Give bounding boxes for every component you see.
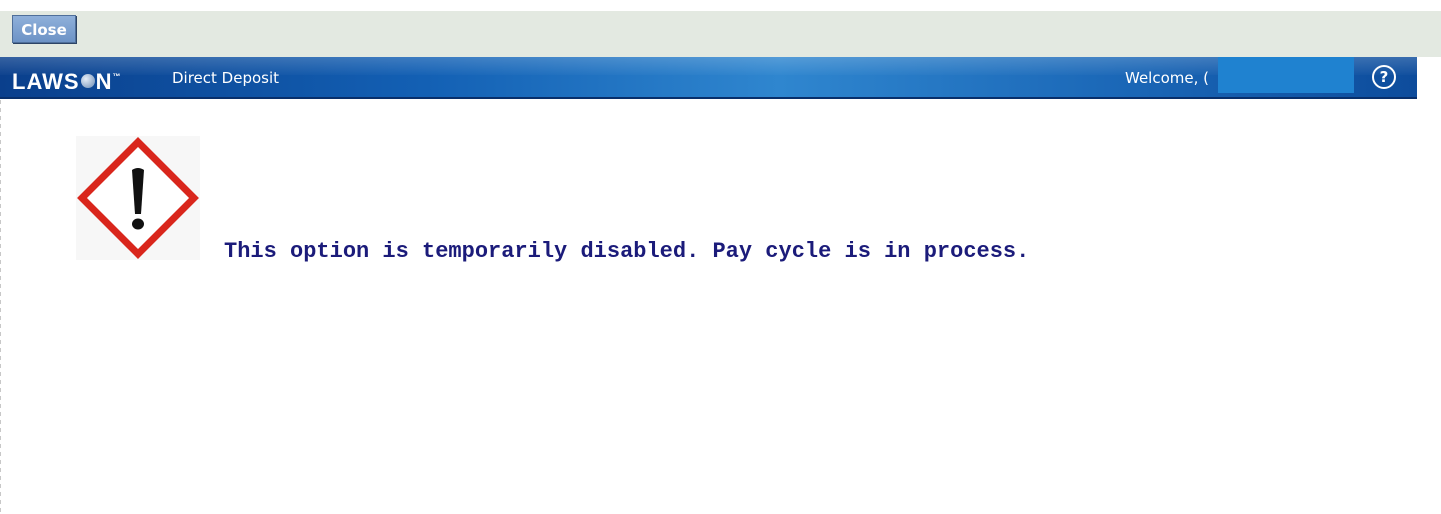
close-button[interactable]: Close <box>12 15 76 43</box>
header-banner: LAWS N™ Direct Deposit Welcome, ( ? <box>0 57 1417 99</box>
redacted-username <box>1218 57 1354 93</box>
help-button[interactable]: ? <box>1372 65 1396 89</box>
disabled-message: This option is temporarily disabled. Pay… <box>224 239 1030 264</box>
lawson-logo: LAWS N™ <box>12 64 121 95</box>
logo-trademark: ™ <box>112 72 122 81</box>
logo-text-left: LAWS <box>12 69 80 94</box>
app-title: Direct Deposit <box>172 69 280 87</box>
logo-text-right: N <box>95 69 113 94</box>
toolbar: Close <box>0 11 1441 57</box>
hazard-exclamation-icon <box>76 136 200 260</box>
welcome-text: Welcome, ( <box>1125 69 1210 87</box>
globe-icon <box>80 74 95 88</box>
left-border <box>0 100 1 514</box>
